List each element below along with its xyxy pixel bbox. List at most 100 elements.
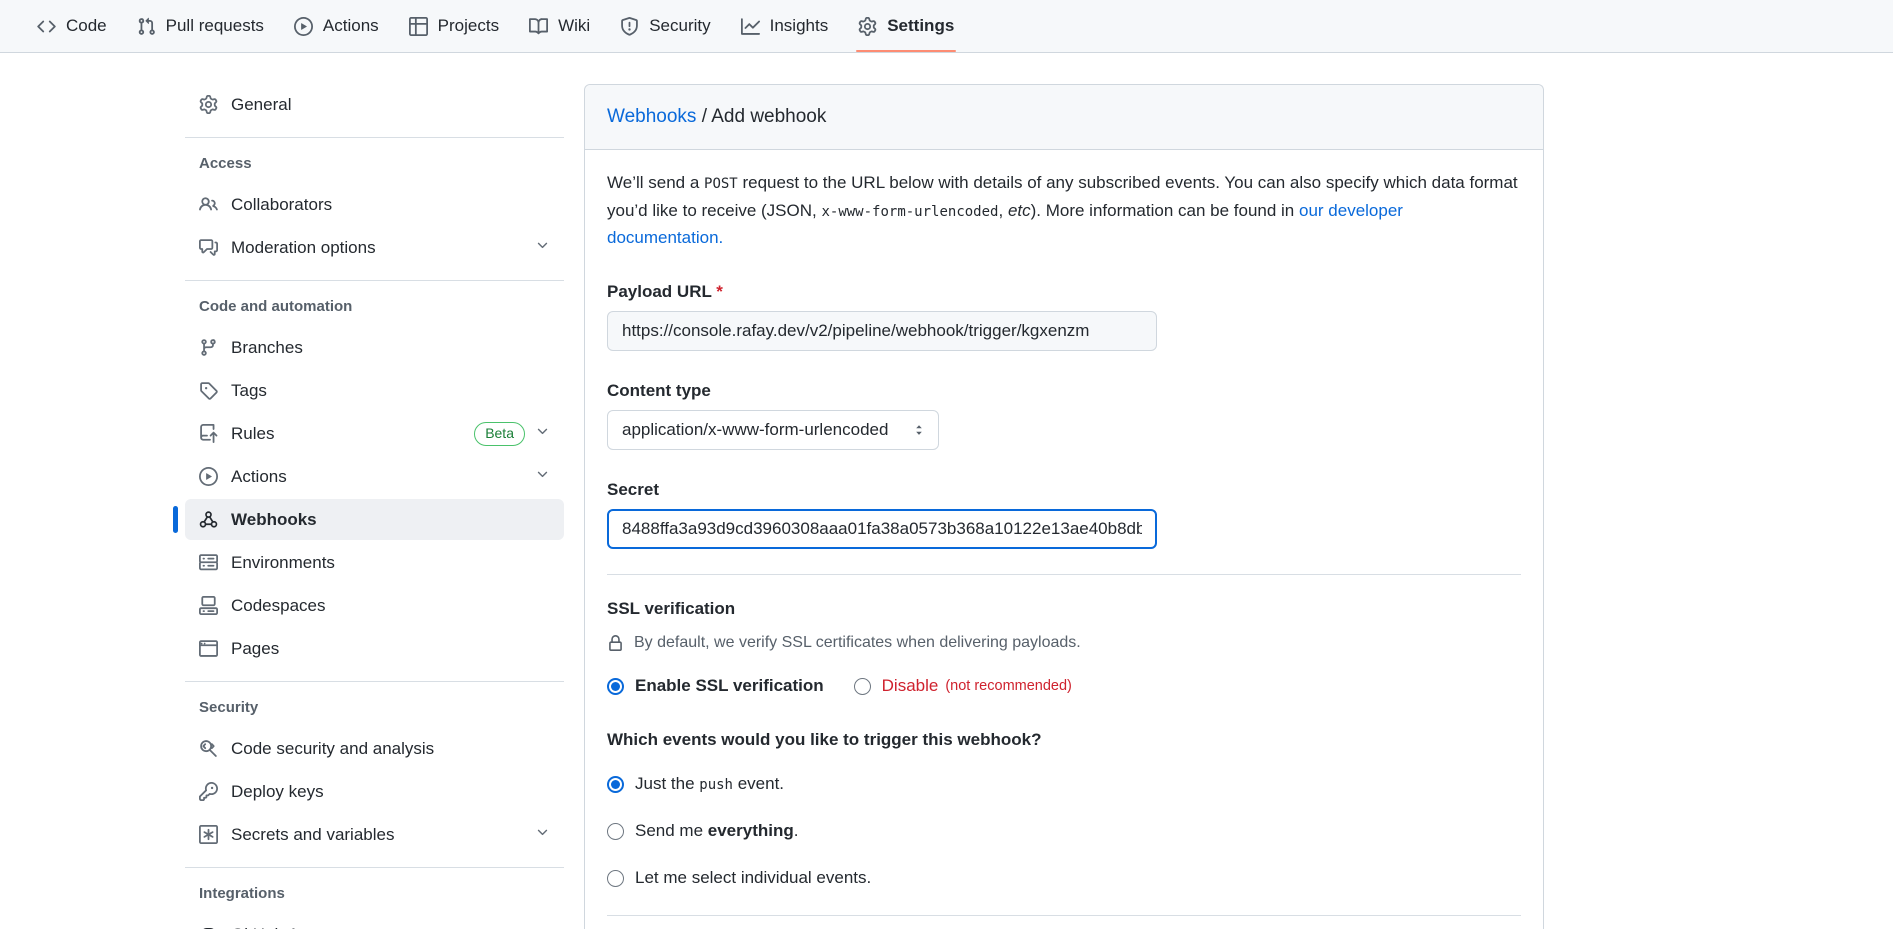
events-question: Which events would you like to trigger t… xyxy=(607,730,1521,750)
event-option-individual[interactable]: Let me select individual events. xyxy=(607,868,1521,888)
server-icon xyxy=(199,553,218,572)
sidebar-item-label: Branches xyxy=(231,338,303,358)
webhook-icon xyxy=(199,510,218,529)
tag-icon xyxy=(199,381,218,400)
repo-tab-nav: Code Pull requests Actions Projects Wiki… xyxy=(0,0,1893,53)
play-circle-icon xyxy=(294,17,313,36)
tab-projects[interactable]: Projects xyxy=(394,0,514,52)
breadcrumb-webhooks-link[interactable]: Webhooks xyxy=(607,106,696,127)
sidebar-item-label: Collaborators xyxy=(231,195,332,215)
webhook-intro-text: We’ll send a POST request to the URL bel… xyxy=(607,169,1521,252)
event-option-label: Send me everything. xyxy=(635,821,798,841)
tab-actions[interactable]: Actions xyxy=(279,0,394,52)
tab-pull-requests[interactable]: Pull requests xyxy=(122,0,279,52)
sidebar-item-label: Actions xyxy=(231,467,287,487)
people-icon xyxy=(199,195,218,214)
intro-text: We’ll send a xyxy=(607,173,704,192)
sidebar-item-moderation-options[interactable]: Moderation options xyxy=(185,227,564,268)
tab-settings[interactable]: Settings xyxy=(843,0,969,52)
sidebar-item-collaborators[interactable]: Collaborators xyxy=(185,184,564,225)
sidebar-item-github-apps[interactable]: GitHub Apps xyxy=(185,914,564,929)
disable-ssl-note: (not recommended) xyxy=(945,678,1072,694)
section-divider xyxy=(607,574,1521,575)
event-option-label: Just the push event. xyxy=(635,774,784,794)
sidebar-divider xyxy=(185,137,564,138)
ssl-verification-title: SSL verification xyxy=(607,599,1521,619)
gear-icon xyxy=(199,95,218,114)
robot-icon xyxy=(199,925,218,929)
content-type-value: application/x-www-form-urlencoded xyxy=(622,420,888,440)
rules-icon xyxy=(199,424,218,443)
content-type-select[interactable]: application/x-www-form-urlencoded xyxy=(607,410,939,450)
sidebar-item-codespaces[interactable]: Codespaces xyxy=(185,585,564,626)
play-circle-icon xyxy=(199,467,218,486)
breadcrumb: Webhooks / Add webhook xyxy=(585,85,1543,150)
sidebar-section-security: Security xyxy=(179,697,564,728)
asterisk-box-icon xyxy=(199,825,218,844)
sidebar-item-secrets-and-variables[interactable]: Secrets and variables xyxy=(185,814,564,855)
tab-label: Pull requests xyxy=(166,16,264,36)
sidebar-item-label: General xyxy=(231,95,291,115)
tab-code[interactable]: Code xyxy=(22,0,122,52)
sidebar-item-code-security-and-analysis[interactable]: Code security and analysis xyxy=(185,728,564,769)
required-asterisk: * xyxy=(716,282,723,301)
section-divider xyxy=(607,915,1521,916)
etc-italic: etc xyxy=(1008,201,1031,220)
sidebar-item-label: GitHub Apps xyxy=(231,925,326,929)
gear-icon xyxy=(858,17,877,36)
sidebar-item-pages[interactable]: Pages xyxy=(185,628,564,669)
settings-sidebar: General Access Collaborators Moderation … xyxy=(179,84,564,929)
intro-text: ). More information can be found in xyxy=(1031,201,1299,220)
tab-security[interactable]: Security xyxy=(605,0,725,52)
push-code: push xyxy=(699,777,733,793)
sidebar-divider xyxy=(185,867,564,868)
sidebar-item-webhooks[interactable]: Webhooks xyxy=(185,499,564,540)
sidebar-item-label: Environments xyxy=(231,553,335,573)
sidebar-item-environments[interactable]: Environments xyxy=(185,542,564,583)
codescan-icon xyxy=(199,739,218,758)
tab-label: Code xyxy=(66,16,107,36)
sidebar-item-tags[interactable]: Tags xyxy=(185,370,564,411)
sidebar-item-label: Code security and analysis xyxy=(231,739,434,759)
sidebar-item-actions[interactable]: Actions xyxy=(185,456,564,497)
enable-ssl-radio[interactable]: Enable SSL verification xyxy=(607,676,824,696)
sidebar-section-code-and-automation: Code and automation xyxy=(179,296,564,327)
tab-label: Insights xyxy=(770,16,829,36)
disable-ssl-radio[interactable]: Disable (not recommended) xyxy=(854,676,1072,696)
radio-selected-dot[interactable] xyxy=(607,776,624,793)
disable-ssl-label: Disable xyxy=(882,676,939,696)
sidebar-item-branches[interactable]: Branches xyxy=(185,327,564,368)
chevron-down-icon[interactable] xyxy=(535,825,550,845)
sidebar-item-general[interactable]: General xyxy=(185,84,564,125)
radio-dot[interactable] xyxy=(854,678,871,695)
book-icon xyxy=(529,17,548,36)
tab-label: Security xyxy=(649,16,710,36)
chevron-down-icon[interactable] xyxy=(535,238,550,258)
sidebar-item-label: Deploy keys xyxy=(231,782,324,802)
radio-dot[interactable] xyxy=(607,823,624,840)
sidebar-item-label: Webhooks xyxy=(231,510,317,530)
event-option-everything[interactable]: Send me everything. xyxy=(607,821,1521,841)
graph-icon xyxy=(741,17,760,36)
chevron-down-icon[interactable] xyxy=(535,424,550,444)
pull-request-icon xyxy=(137,17,156,36)
tab-insights[interactable]: Insights xyxy=(726,0,844,52)
secret-input[interactable] xyxy=(607,509,1157,549)
sidebar-divider xyxy=(185,681,564,682)
event-option-just-push[interactable]: Just the push event. xyxy=(607,774,1521,794)
sidebar-item-label: Secrets and variables xyxy=(231,825,394,845)
tab-wiki[interactable]: Wiki xyxy=(514,0,605,52)
radio-selected-dot[interactable] xyxy=(607,678,624,695)
everything-bold: everything xyxy=(708,821,794,840)
chevron-down-icon[interactable] xyxy=(535,467,550,487)
radio-dot[interactable] xyxy=(607,870,624,887)
table-icon xyxy=(409,17,428,36)
sidebar-item-label: Pages xyxy=(231,639,279,659)
intro-text: . xyxy=(719,228,724,247)
event-option-label: Let me select individual events. xyxy=(635,868,871,888)
sidebar-item-rules[interactable]: Rules Beta xyxy=(185,413,564,454)
caret-updown-icon xyxy=(912,423,926,437)
sidebar-item-deploy-keys[interactable]: Deploy keys xyxy=(185,771,564,812)
content-type-label: Content type xyxy=(607,381,1521,401)
payload-url-input[interactable] xyxy=(607,311,1157,351)
